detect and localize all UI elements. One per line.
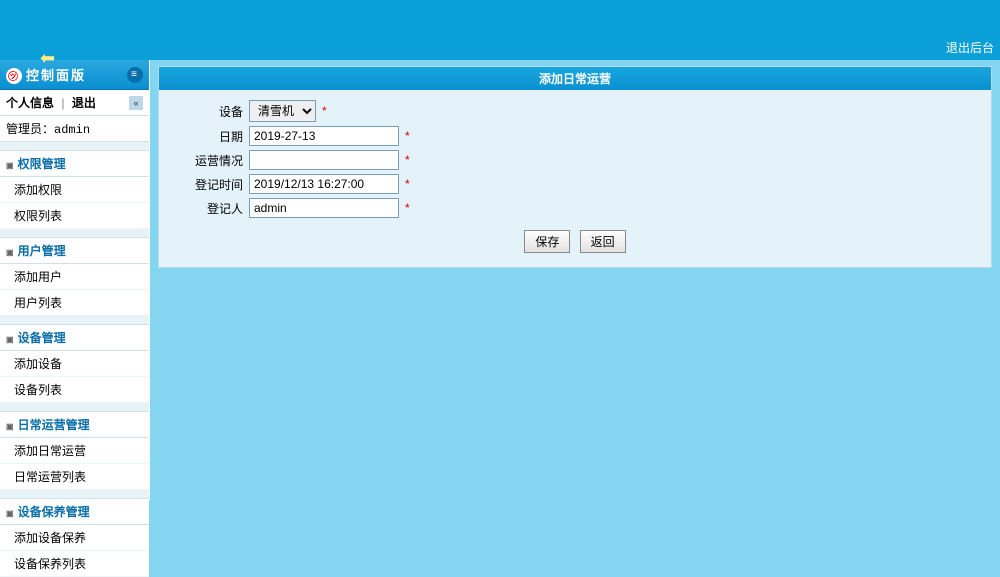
topbar: ⬅ 退出后台 <box>0 0 1000 60</box>
nav-item[interactable]: 设备保养列表 <box>0 551 149 577</box>
row-status: 运营情况 * <box>159 150 991 170</box>
save-button[interactable]: 保存 <box>524 230 570 253</box>
collapse-left-icon[interactable]: « <box>129 96 143 110</box>
panel-title: 控制面版 <box>26 68 86 83</box>
button-row: 保存 返回 <box>159 222 991 257</box>
nav-item[interactable]: 添加设备保养 <box>0 525 149 551</box>
nav-item[interactable]: 添加用户 <box>0 264 149 290</box>
nav-item[interactable]: 添加权限 <box>0 177 149 203</box>
form-title: 添加日常运营 <box>159 67 991 90</box>
nav-item[interactable]: 添加设备 <box>0 351 149 377</box>
main-layout: ㋡控制面版 ≡ 个人信息 | 退出 « 管理员：admin 权限管理添加权限权限… <box>0 60 1000 500</box>
select-device[interactable]: 清雪机 <box>249 100 316 122</box>
nav-item[interactable]: 权限列表 <box>0 203 149 229</box>
exit-link[interactable]: 退出 <box>72 96 96 110</box>
label-regby: 登记人 <box>159 200 249 217</box>
nav-item[interactable]: 添加日常运营 <box>0 438 149 464</box>
nav-item[interactable]: 设备列表 <box>0 377 149 403</box>
nav-title[interactable]: 日常运营管理 <box>0 411 149 438</box>
input-status[interactable] <box>249 150 399 170</box>
input-regby[interactable] <box>249 198 399 218</box>
collapse-icon[interactable]: ≡ <box>127 67 143 83</box>
nav-group: 设备保养管理添加设备保养设备保养列表 <box>0 498 149 577</box>
required-mark: * <box>405 129 410 143</box>
admin-row: 管理员：admin <box>0 116 149 142</box>
row-regtime: 登记时间 * <box>159 174 991 194</box>
label-date: 日期 <box>159 128 249 145</box>
nav-item[interactable]: 日常运营列表 <box>0 464 149 490</box>
label-status: 运营情况 <box>159 152 249 169</box>
nav-group: 用户管理添加用户用户列表 <box>0 237 149 316</box>
row-device: 设备 清雪机 * <box>159 100 991 122</box>
label-regtime: 登记时间 <box>159 176 249 193</box>
nav-title[interactable]: 权限管理 <box>0 150 149 177</box>
required-mark: * <box>405 153 410 167</box>
admin-name: admin <box>54 123 90 137</box>
admin-label: 管理员： <box>6 123 54 137</box>
back-arrow-icon[interactable]: ⬅ <box>40 48 55 69</box>
row-date: 日期 * <box>159 126 991 146</box>
nav-group: 权限管理添加权限权限列表 <box>0 150 149 229</box>
input-date[interactable] <box>249 126 399 146</box>
back-button[interactable]: 返回 <box>580 230 626 253</box>
nav-item[interactable]: 用户列表 <box>0 290 149 316</box>
input-regtime[interactable] <box>249 174 399 194</box>
nav-group: 日常运营管理添加日常运营日常运营列表 <box>0 411 149 490</box>
logo-icon: ㋡ <box>6 68 22 84</box>
nav-title[interactable]: 用户管理 <box>0 237 149 264</box>
divider: | <box>61 96 64 110</box>
sidebar: ㋡控制面版 ≡ 个人信息 | 退出 « 管理员：admin 权限管理添加权限权限… <box>0 60 150 500</box>
required-mark: * <box>405 177 410 191</box>
profile-link[interactable]: 个人信息 <box>6 96 54 110</box>
required-mark: * <box>405 201 410 215</box>
label-device: 设备 <box>159 103 249 120</box>
required-mark: * <box>322 104 327 118</box>
row-regby: 登记人 * <box>159 198 991 218</box>
user-row: 个人信息 | 退出 « <box>0 90 149 116</box>
form-body: 设备 清雪机 * 日期 * 运营情况 * 登记时间 * <box>159 90 991 267</box>
form-container: 添加日常运营 设备 清雪机 * 日期 * 运营情况 * <box>158 66 992 268</box>
logout-link[interactable]: 退出后台 <box>946 39 994 56</box>
nav-group: 设备管理添加设备设备列表 <box>0 324 149 403</box>
panel-header: ㋡控制面版 ≡ <box>0 60 149 90</box>
content-area: 添加日常运营 设备 清雪机 * 日期 * 运营情况 * <box>150 60 1000 500</box>
nav-title[interactable]: 设备管理 <box>0 324 149 351</box>
nav-title[interactable]: 设备保养管理 <box>0 498 149 525</box>
